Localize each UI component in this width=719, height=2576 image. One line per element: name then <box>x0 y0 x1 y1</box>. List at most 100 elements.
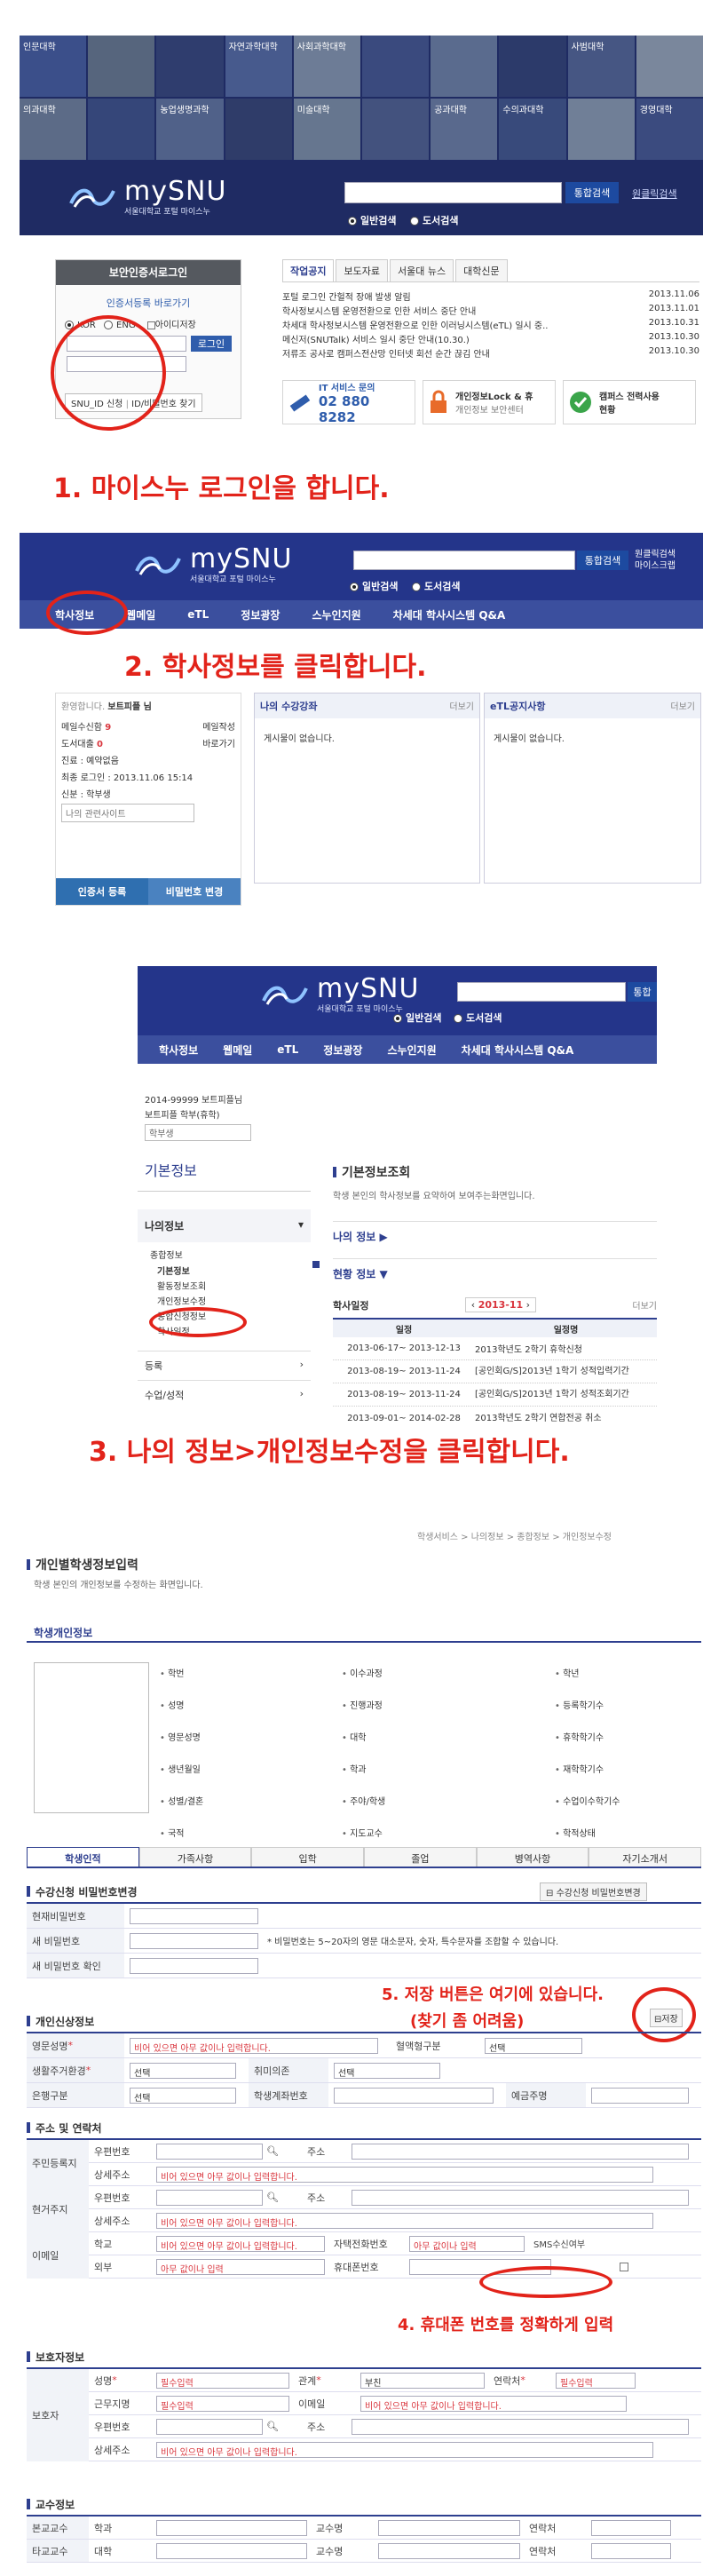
calendar-more-link[interactable]: 더보기 <box>632 1298 657 1312</box>
prof-home-contact-input[interactable] <box>591 2519 671 2536</box>
email-outside-input[interactable]: 아무 값이나 입력 <box>156 2258 325 2275</box>
pw-change-button[interactable]: ⊟ 수강신청 비밀번호변경 <box>540 1882 647 1901</box>
banner-tile[interactable] <box>225 99 292 160</box>
banner-tile[interactable]: 미술대학 <box>293 99 360 160</box>
search-icon[interactable]: 🔍︎ <box>266 2421 279 2432</box>
bank-select[interactable]: 선택 <box>130 2087 236 2104</box>
calendar-row[interactable]: 2013-08-19~ 2013-11-24 [공인회G/S]2013년 1학기 … <box>333 1360 657 1383</box>
calendar-row[interactable]: 2013-08-19~ 2013-11-24 [공인회G/S]2013년 1학기 … <box>333 1383 657 1407</box>
notice-item[interactable]: 저류조 공사로 캠퍼스전산망 인터넷 회선 순간 끊김 안내 2013.10.30 <box>282 346 699 361</box>
menu-register[interactable]: 등록 › <box>138 1351 311 1380</box>
mail-row[interactable]: 메일수신함 9 메일작성 <box>56 717 241 734</box>
dept-select[interactable]: 학부생 <box>145 1124 251 1141</box>
notice-item[interactable]: 학사정보시스템 운영전환으로 인한 서비스 중단 안내 2013.11.01 <box>282 304 699 318</box>
tab-admission[interactable]: 입학 <box>251 1847 365 1867</box>
radio-library-label[interactable]: 도서검색 <box>466 1012 502 1024</box>
eng-name-input[interactable]: 비어 있으면 아무 값이나 입력합니다. <box>130 2037 378 2054</box>
notice-title[interactable]: 포털 로그인 간헐적 장애 발생 알림 <box>282 289 411 304</box>
service-campus[interactable]: 캠퍼스 전력사용 현황 <box>563 380 696 424</box>
addr-input[interactable] <box>352 2143 689 2160</box>
tab-personal[interactable]: 학생인적 <box>27 1847 139 1867</box>
banner-tile[interactable]: 공과대학 <box>431 99 498 160</box>
prev-month-icon[interactable]: ‹ <box>471 1299 478 1311</box>
pw-change-button[interactable]: 비밀번호 변경 <box>148 878 241 905</box>
banner-tile[interactable]: 자연과학대학 <box>225 36 292 97</box>
tab-press[interactable]: 보도자료 <box>336 259 388 281</box>
service-it[interactable]: IT 서비스 문의 02 880 8282 <box>282 380 415 425</box>
menu-course-label[interactable]: 수업/성적 <box>145 1388 184 1402</box>
radio-general-label[interactable]: 일반검색 <box>406 1012 441 1024</box>
library-row[interactable]: 도서대출 0 바로가기 <box>56 734 241 751</box>
blood-type-select[interactable]: 선택 <box>485 2037 582 2054</box>
prof-home-name-input[interactable] <box>378 2519 520 2536</box>
tab-work-notice[interactable]: 작업공지 <box>282 259 335 281</box>
calendar-row[interactable]: 2013-06-17~ 2013-12-13 2013학년도 2학기 휴학신청 <box>333 1337 657 1360</box>
nav-etl[interactable]: eTL <box>265 1043 311 1056</box>
banner-tile[interactable]: 경영대학 <box>636 99 703 160</box>
status-info-link[interactable]: 현황 정보 ▼ <box>333 1258 657 1281</box>
pw-new-input[interactable] <box>130 1932 258 1949</box>
banner-tile[interactable] <box>156 36 224 97</box>
search-input[interactable] <box>353 551 575 570</box>
home-phone-input[interactable]: 아무 값이나 입력 <box>409 2235 525 2252</box>
id-save-checkbox[interactable] <box>146 321 155 329</box>
nav-webmail[interactable]: 웹메일 <box>210 1042 265 1058</box>
g-email-input[interactable]: 비어 있으면 아무 값이나 입력합니다. <box>360 2395 627 2412</box>
search-button[interactable]: 통합검색 <box>565 182 619 203</box>
tab-graduation[interactable]: 졸업 <box>364 1847 477 1867</box>
related-site-select[interactable]: 나의 관련사이트 <box>61 804 194 822</box>
email-school-input[interactable]: 비어 있으면 아무 값이나 입력합니다. <box>156 2235 325 2252</box>
prof-home-dept-input[interactable] <box>156 2519 307 2536</box>
depositor-input[interactable] <box>591 2087 689 2104</box>
next-month-icon[interactable]: › <box>523 1299 530 1311</box>
banner-tile[interactable] <box>499 36 566 97</box>
hobby-select[interactable]: 선택 <box>334 2062 440 2079</box>
mail-write-link[interactable]: 메일작성 <box>202 719 235 733</box>
g-contact-input[interactable]: 필수입력 <box>556 2372 636 2389</box>
banner-tile[interactable] <box>361 36 430 97</box>
sms-checkbox[interactable] <box>620 2262 628 2271</box>
radio-general-label[interactable]: 일반검색 <box>362 581 398 592</box>
living-env-select[interactable]: 선택 <box>130 2062 236 2079</box>
banner-tile[interactable] <box>431 36 498 97</box>
g-addr-input[interactable] <box>352 2418 689 2435</box>
mysnu-logo[interactable]: mySNU 서울대학교 포털 마이스누 <box>262 973 419 1014</box>
pw-current-input[interactable] <box>130 1907 258 1924</box>
notice-title[interactable]: 저류조 공사로 캠퍼스전산망 인터넷 회선 순간 끊김 안내 <box>282 346 490 361</box>
banner-tile[interactable] <box>88 99 155 160</box>
addr-input[interactable] <box>352 2189 689 2206</box>
my-courses-more-link[interactable]: 더보기 <box>449 699 474 713</box>
banner-tile[interactable] <box>567 99 635 160</box>
detail-addr-input[interactable]: 비어 있으면 아무 값이나 입력합니다. <box>156 2166 653 2183</box>
zip-input[interactable] <box>156 2189 263 2206</box>
radio-general-label[interactable]: 일반검색 <box>360 215 396 226</box>
notice-title[interactable]: 메신저(SNUTalk) 서비스 일시 중단 안내(10.30.) <box>282 332 470 346</box>
detail-addr-input[interactable]: 비어 있으면 아무 값이나 입력합니다. <box>156 2212 653 2229</box>
calendar-row[interactable]: 2013-09-01~ 2014-02-28 2013학년도 2학기 연합전공 취… <box>333 1407 657 1430</box>
radio-general-icon[interactable] <box>393 1014 402 1023</box>
search-icon[interactable]: 🔍︎ <box>266 2192 279 2203</box>
calendar-event[interactable]: [공인회G/S]2013년 1학기 성적조회기간 <box>475 1390 657 1399</box>
notice-title[interactable]: 차세대 학사정보시스템 운영전환으로 인한 이러닝시스템(eTL) 일시 중.. <box>282 318 548 332</box>
etl-notice-more-link[interactable]: 더보기 <box>670 699 695 713</box>
g-work-input[interactable]: 필수입력 <box>156 2395 289 2412</box>
calendar-event[interactable]: [공인회G/S]2013년 1학기 성적입력기간 <box>475 1367 657 1376</box>
search-button[interactable]: 통합 <box>628 982 657 1002</box>
submenu-activity[interactable]: 활동정보조회 <box>138 1278 311 1293</box>
radio-general-icon[interactable] <box>348 217 357 226</box>
banner-tile[interactable]: 농업생명과학 <box>156 99 224 160</box>
banner-tile[interactable]: 인문대학 <box>20 36 87 97</box>
search-input[interactable] <box>457 982 626 1002</box>
prof-other-contact-input[interactable] <box>591 2542 671 2559</box>
library-link[interactable]: 바로가기 <box>202 736 235 749</box>
nav-next-gen-qna[interactable]: 차세대 학사시스템 Q&A <box>377 607 522 622</box>
nav-info-square[interactable]: 정보광장 <box>225 607 296 622</box>
pw-confirm-input[interactable] <box>130 1957 258 1974</box>
one-click-search-link[interactable]: 원클릭검색 <box>632 186 677 201</box>
calendar-event[interactable]: 2013학년도 2학기 연합전공 취소 <box>475 1414 657 1423</box>
tab-military[interactable]: 병역사항 <box>476 1847 589 1867</box>
g-relation-select[interactable]: 부친 <box>360 2372 485 2389</box>
notice-item[interactable]: 차세대 학사정보시스템 운영전환으로 인한 이러닝시스템(eTL) 일시 중..… <box>282 318 699 332</box>
cert-register-button[interactable]: 인증서 등록 <box>56 878 148 905</box>
g-zip-input[interactable] <box>156 2418 263 2435</box>
